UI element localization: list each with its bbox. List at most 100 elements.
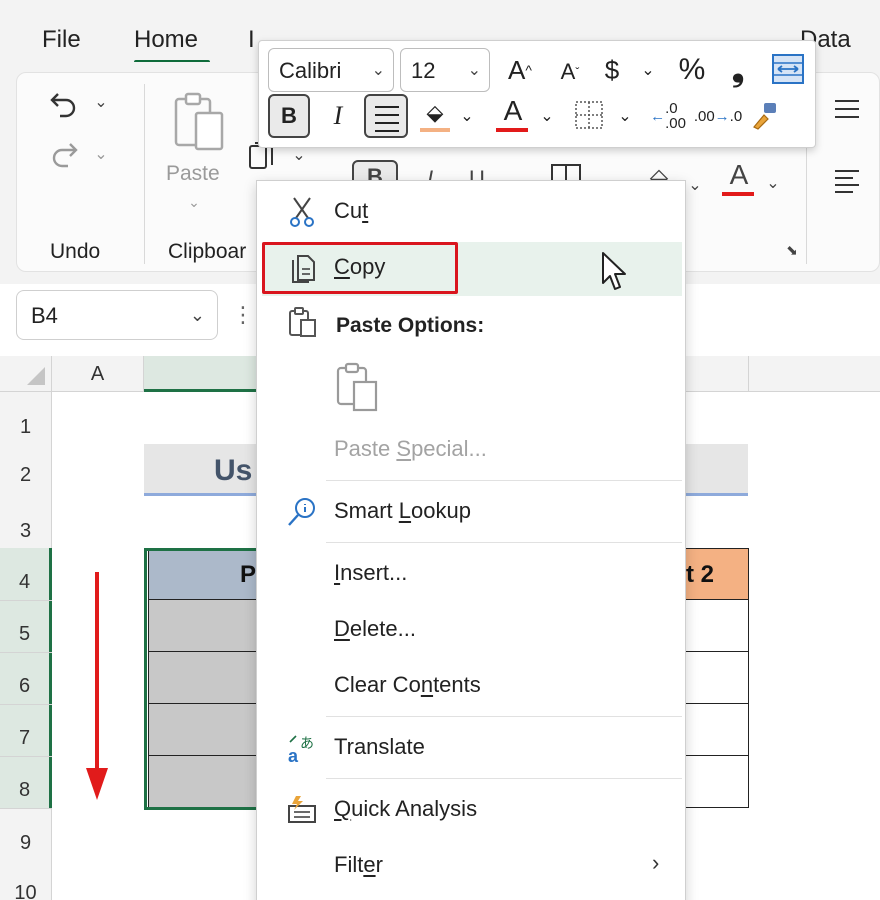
ribbon-font-color-bar <box>722 192 754 196</box>
font-color-chevron-icon[interactable]: ⌄ <box>538 106 556 126</box>
center-align-button[interactable] <box>364 94 408 138</box>
sheet-title-band-right <box>686 444 748 496</box>
font-name-chevron-icon[interactable]: ⌄ <box>372 60 385 80</box>
accounting-format-chevron-icon[interactable]: ⌄ <box>638 58 658 82</box>
tab-insert[interactable]: I <box>248 26 255 54</box>
decrease-font-size-icon[interactable]: Aˇ <box>552 54 588 90</box>
row-header-7[interactable]: 7 <box>0 704 52 756</box>
table-cell-right-6[interactable] <box>686 652 749 704</box>
down-arrow-head-icon <box>86 768 108 800</box>
name-box-chevron-icon[interactable]: ⌄ <box>190 305 205 326</box>
italic-button[interactable]: I <box>326 96 350 136</box>
mouse-cursor-icon <box>600 250 628 297</box>
font-color-bar <box>496 128 528 132</box>
copy-dropdown-chevron-icon[interactable]: ⌄ <box>290 146 308 164</box>
undo-dropdown-chevron-icon[interactable]: ⌄ <box>92 92 110 112</box>
column-header-right[interactable] <box>686 356 880 392</box>
percent-style-icon[interactable]: % <box>672 50 712 90</box>
fill-color-icon[interactable]: ⬙ <box>418 96 452 130</box>
paste-button-label[interactable]: Paste <box>166 162 220 186</box>
row-divider <box>0 704 52 705</box>
filter-submenu-chevron-icon[interactable]: › <box>652 850 659 876</box>
table-cell-right-7[interactable] <box>686 704 749 756</box>
row-divider <box>0 652 52 653</box>
font-dialog-launcher-icon[interactable]: ⬊ <box>784 242 800 258</box>
ribbon-fill-color-chevron-icon[interactable]: ⌄ <box>686 176 704 194</box>
menu-item-smart-lookup[interactable]: Smart Lookup <box>256 484 684 540</box>
column-header-b[interactable] <box>144 356 258 392</box>
font-color-icon[interactable]: A <box>496 94 530 128</box>
column-header-a[interactable]: A <box>52 356 144 392</box>
menu-separator <box>326 542 682 543</box>
wrap-text-icon[interactable] <box>768 50 808 88</box>
font-name-combo[interactable]: Calibri ⌄ <box>268 48 394 92</box>
menu-item-insert-label: Insert... <box>334 560 408 585</box>
borders-icon[interactable] <box>572 98 606 132</box>
bold-button[interactable]: B <box>268 94 310 138</box>
menu-item-insert[interactable]: Insert... <box>256 546 684 602</box>
borders-chevron-icon[interactable]: ⌄ <box>616 106 634 126</box>
accounting-format-icon[interactable]: $ <box>598 50 626 90</box>
menu-item-filter[interactable]: Filter <box>256 838 684 894</box>
row-header-5[interactable]: 5 <box>0 600 52 652</box>
row-divider <box>0 808 52 809</box>
row-header-6[interactable]: 6 <box>0 652 52 704</box>
table-header-right-text: t 2 <box>686 561 715 588</box>
font-size-value: 12 <box>411 58 436 83</box>
menu-item-paste-special[interactable]: Paste Special... <box>334 436 487 462</box>
menu-separator <box>326 716 682 717</box>
formula-bar-more-icon[interactable]: ⋮ <box>232 302 254 328</box>
ribbon-font-color-chevron-icon[interactable]: ⌄ <box>764 174 782 192</box>
row-header-2[interactable]: 2 <box>0 444 52 496</box>
ribbon-font-color-icon[interactable]: A <box>722 159 756 190</box>
font-size-combo[interactable]: 12 ⌄ <box>400 48 490 92</box>
increase-decimal-icon[interactable]: ← .0.00 <box>648 96 688 136</box>
tab-file[interactable]: File <box>42 26 81 54</box>
select-all-corner[interactable] <box>0 356 52 392</box>
menu-item-quick-analysis[interactable]: Quick Analysis <box>256 782 684 838</box>
row-header-10[interactable]: 10 <box>0 860 52 900</box>
undo-icon[interactable] <box>46 86 82 122</box>
menu-separator <box>326 480 682 481</box>
svg-text:a: a <box>288 746 299 764</box>
svg-text:あ: あ <box>300 736 314 752</box>
redo-dropdown-chevron-icon[interactable]: ⌄ <box>92 144 110 164</box>
row-divider <box>0 756 52 757</box>
row-header-8[interactable]: 8 <box>0 756 52 808</box>
row-header-3[interactable]: 3 <box>0 496 52 548</box>
menu-item-quick-analysis-label: Quick Analysis <box>334 796 478 821</box>
quick-analysis-icon <box>284 792 320 828</box>
decrease-decimal-icon[interactable]: .00 → .0 <box>694 96 742 136</box>
increase-font-glyph: A <box>508 54 526 85</box>
paste-options-heading: Paste Options: <box>336 314 485 337</box>
down-arrow-annotation <box>95 572 99 772</box>
name-box[interactable]: B4 ⌄ <box>16 290 218 340</box>
paste-option-default-icon[interactable] <box>334 362 380 417</box>
table-cell-right-8[interactable] <box>686 756 749 808</box>
menu-item-translate-label: Translate <box>334 734 425 759</box>
row-divider <box>0 600 52 601</box>
comma-style-icon[interactable]: ❟ <box>724 50 752 90</box>
paste-dropdown-chevron-icon[interactable]: ⌄ <box>186 194 202 210</box>
row-header-4[interactable]: 4 <box>0 548 52 600</box>
align-top-icon[interactable] <box>832 96 862 122</box>
tab-home[interactable]: Home <box>134 26 198 54</box>
menu-item-clear-contents-label: Clear Contents <box>334 672 481 697</box>
paste-clipboard-icon[interactable] <box>168 90 230 154</box>
font-name-value: Calibri <box>279 58 342 83</box>
font-size-chevron-icon[interactable]: ⌄ <box>468 60 481 80</box>
align-left-icon[interactable] <box>832 168 862 194</box>
sheet-title-fragment: Us <box>214 454 253 487</box>
table-cell-right-5[interactable] <box>686 600 749 652</box>
row-header-1[interactable]: 1 <box>0 392 52 444</box>
menu-item-translate[interactable]: aあ Translate <box>256 720 684 776</box>
format-painter-icon[interactable] <box>748 98 782 132</box>
menu-item-clear-contents[interactable]: Clear Contents <box>256 658 684 714</box>
fill-color-chevron-icon[interactable]: ⌄ <box>458 106 476 126</box>
menu-item-cut[interactable]: Cut <box>256 184 684 240</box>
increase-font-size-icon[interactable]: A ^ <box>500 50 540 90</box>
row-header-9[interactable]: 9 <box>0 808 52 860</box>
ribbon-separator <box>144 84 145 264</box>
redo-icon[interactable] <box>46 136 82 172</box>
menu-item-delete[interactable]: Delete... <box>256 602 684 658</box>
